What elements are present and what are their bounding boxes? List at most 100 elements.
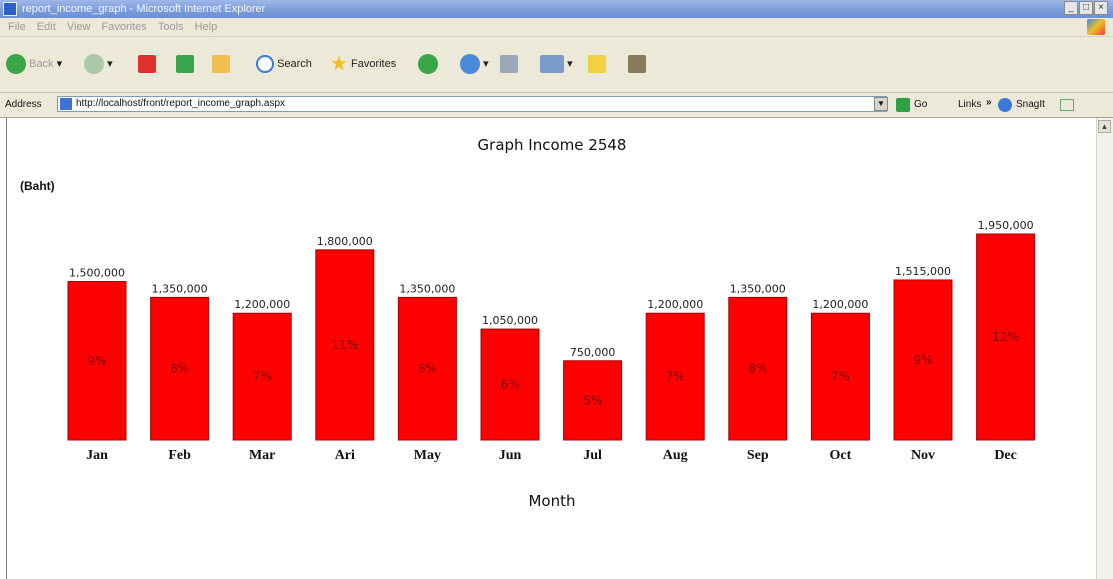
bar-value-label: 1,515,000 — [895, 265, 951, 278]
favorites-button[interactable]: ★ Favorites — [330, 51, 396, 77]
vertical-scrollbar[interactable]: ▲ — [1096, 118, 1113, 579]
scroll-up-arrow-icon[interactable]: ▲ — [1098, 120, 1111, 133]
search-button[interactable]: Search — [256, 51, 312, 77]
menu-favorites[interactable]: Favorites — [102, 21, 147, 33]
address-url: http://localhost/front/report_income_gra… — [76, 98, 286, 109]
x-tick-label: Nov — [911, 448, 935, 463]
research-button[interactable] — [628, 51, 646, 77]
bar-value-label: 1,350,000 — [730, 282, 786, 295]
bar-value-label: 1,500,000 — [69, 267, 125, 280]
menu-file[interactable]: File — [8, 21, 26, 33]
x-tick-label: Mar — [249, 448, 275, 463]
stop-icon — [138, 55, 156, 74]
favorites-label: Favorites — [351, 58, 397, 70]
research-icon — [628, 55, 646, 74]
bar-percent-label: 8% — [170, 362, 189, 376]
x-tick-label: Jan — [86, 448, 108, 463]
chevron-down-icon: ▾ — [483, 58, 489, 70]
ie-icon — [3, 2, 17, 16]
x-tick-label: Jul — [583, 448, 602, 463]
x-tick-label: Dec — [994, 448, 1017, 463]
bar-percent-label: 6% — [500, 378, 519, 392]
x-tick-label: Oct — [830, 448, 852, 463]
links-button[interactable]: Links — [958, 93, 981, 117]
bar-value-label: 1,950,000 — [978, 219, 1034, 232]
menu-view[interactable]: View — [67, 21, 91, 33]
back-label: Back — [29, 58, 54, 70]
snagit-capture-icon[interactable] — [1060, 99, 1074, 111]
refresh-button[interactable] — [176, 51, 194, 77]
bar-percent-label: 8% — [748, 362, 767, 376]
close-button[interactable]: × — [1094, 1, 1108, 15]
bar-percent-label: 9% — [87, 354, 106, 368]
mail-button[interactable] — [500, 51, 518, 77]
menu-edit[interactable]: Edit — [37, 21, 56, 33]
bar-percent-label: 8% — [418, 362, 437, 376]
address-input[interactable]: http://localhost/front/report_income_gra… — [57, 96, 887, 112]
go-button[interactable]: Go — [914, 93, 927, 117]
chart-title: Graph Income 2548 — [478, 136, 627, 154]
page-icon — [60, 98, 72, 110]
search-label: Search — [277, 58, 312, 70]
forward-arrow-icon — [84, 54, 104, 75]
bar-value-label: 1,200,000 — [812, 298, 868, 311]
folder-icon — [588, 55, 606, 74]
print-icon — [540, 55, 564, 74]
bar-percent-label: 11% — [331, 338, 358, 352]
menu-tools[interactable]: Tools — [158, 21, 184, 33]
bar-value-label: 1,050,000 — [482, 314, 538, 327]
snagit-icon[interactable] — [998, 98, 1012, 112]
mail-icon — [500, 55, 518, 74]
folder-button[interactable] — [588, 51, 606, 77]
home-button[interactable] — [212, 51, 230, 77]
bar-percent-label: 5% — [583, 393, 602, 407]
star-icon: ★ — [330, 53, 348, 76]
x-tick-label: May — [414, 448, 441, 463]
y-axis-label: (Baht) — [20, 179, 55, 193]
x-tick-label: Feb — [168, 448, 191, 463]
bar-percent-label: 7% — [666, 370, 685, 384]
print-button[interactable]: ▾ — [540, 51, 573, 77]
go-arrow-icon[interactable] — [896, 98, 910, 112]
window-titlebar: report_income_graph - Microsoft Internet… — [0, 0, 1113, 18]
chevron-down-icon: ▾ — [56, 58, 63, 70]
menu-help[interactable]: Help — [195, 21, 218, 33]
bar-percent-label: 9% — [913, 353, 932, 367]
x-tick-label: Sep — [747, 448, 769, 463]
page-content: Graph Income 2548 (Baht) Month 1,500,000… — [6, 118, 1096, 579]
history-icon — [460, 54, 480, 75]
stop-button[interactable] — [138, 51, 156, 77]
history-button[interactable]: ▾ — [460, 51, 489, 77]
bar-value-label: 1,350,000 — [152, 282, 208, 295]
bar-value-label: 1,350,000 — [399, 282, 455, 295]
bar-percent-label: 12% — [992, 330, 1019, 344]
media-button[interactable] — [418, 51, 438, 77]
back-arrow-icon — [6, 54, 26, 75]
x-tick-label: Jun — [499, 448, 522, 463]
x-tick-label: Aug — [663, 448, 688, 463]
media-icon — [418, 54, 438, 75]
address-bar: Address http://localhost/front/report_in… — [0, 93, 1113, 118]
chevron-down-icon: ▾ — [567, 58, 573, 70]
maximize-button[interactable]: □ — [1079, 1, 1093, 15]
window-title: report_income_graph - Microsoft Internet… — [22, 3, 266, 15]
x-axis-label: Month — [528, 492, 575, 510]
toolbar: Back ▾ ▾ Search ★ Favorites ▾ ▾ — [0, 37, 1113, 93]
refresh-icon — [176, 55, 194, 74]
forward-button[interactable]: ▾ — [84, 51, 113, 77]
address-dropdown-button[interactable]: ▼ — [874, 97, 888, 111]
address-label: Address — [5, 99, 42, 110]
income-bar-chart: Graph Income 2548 (Baht) Month 1,500,000… — [20, 136, 1036, 510]
back-button[interactable]: Back ▾ — [6, 51, 62, 77]
chevron-down-icon: ▾ — [107, 58, 113, 70]
bar-value-label: 1,200,000 — [234, 298, 290, 311]
search-icon — [256, 55, 274, 74]
menu-bar: File Edit View Favorites Tools Help — [0, 18, 1113, 37]
bar-value-label: 750,000 — [570, 346, 616, 359]
snagit-button[interactable]: SnagIt — [1016, 93, 1045, 117]
windows-logo-icon — [1087, 19, 1105, 35]
bar-percent-label: 7% — [831, 370, 850, 384]
links-chevron-icon[interactable]: » — [986, 91, 992, 115]
minimize-button[interactable]: _ — [1064, 1, 1078, 15]
bar-value-label: 1,200,000 — [647, 298, 703, 311]
